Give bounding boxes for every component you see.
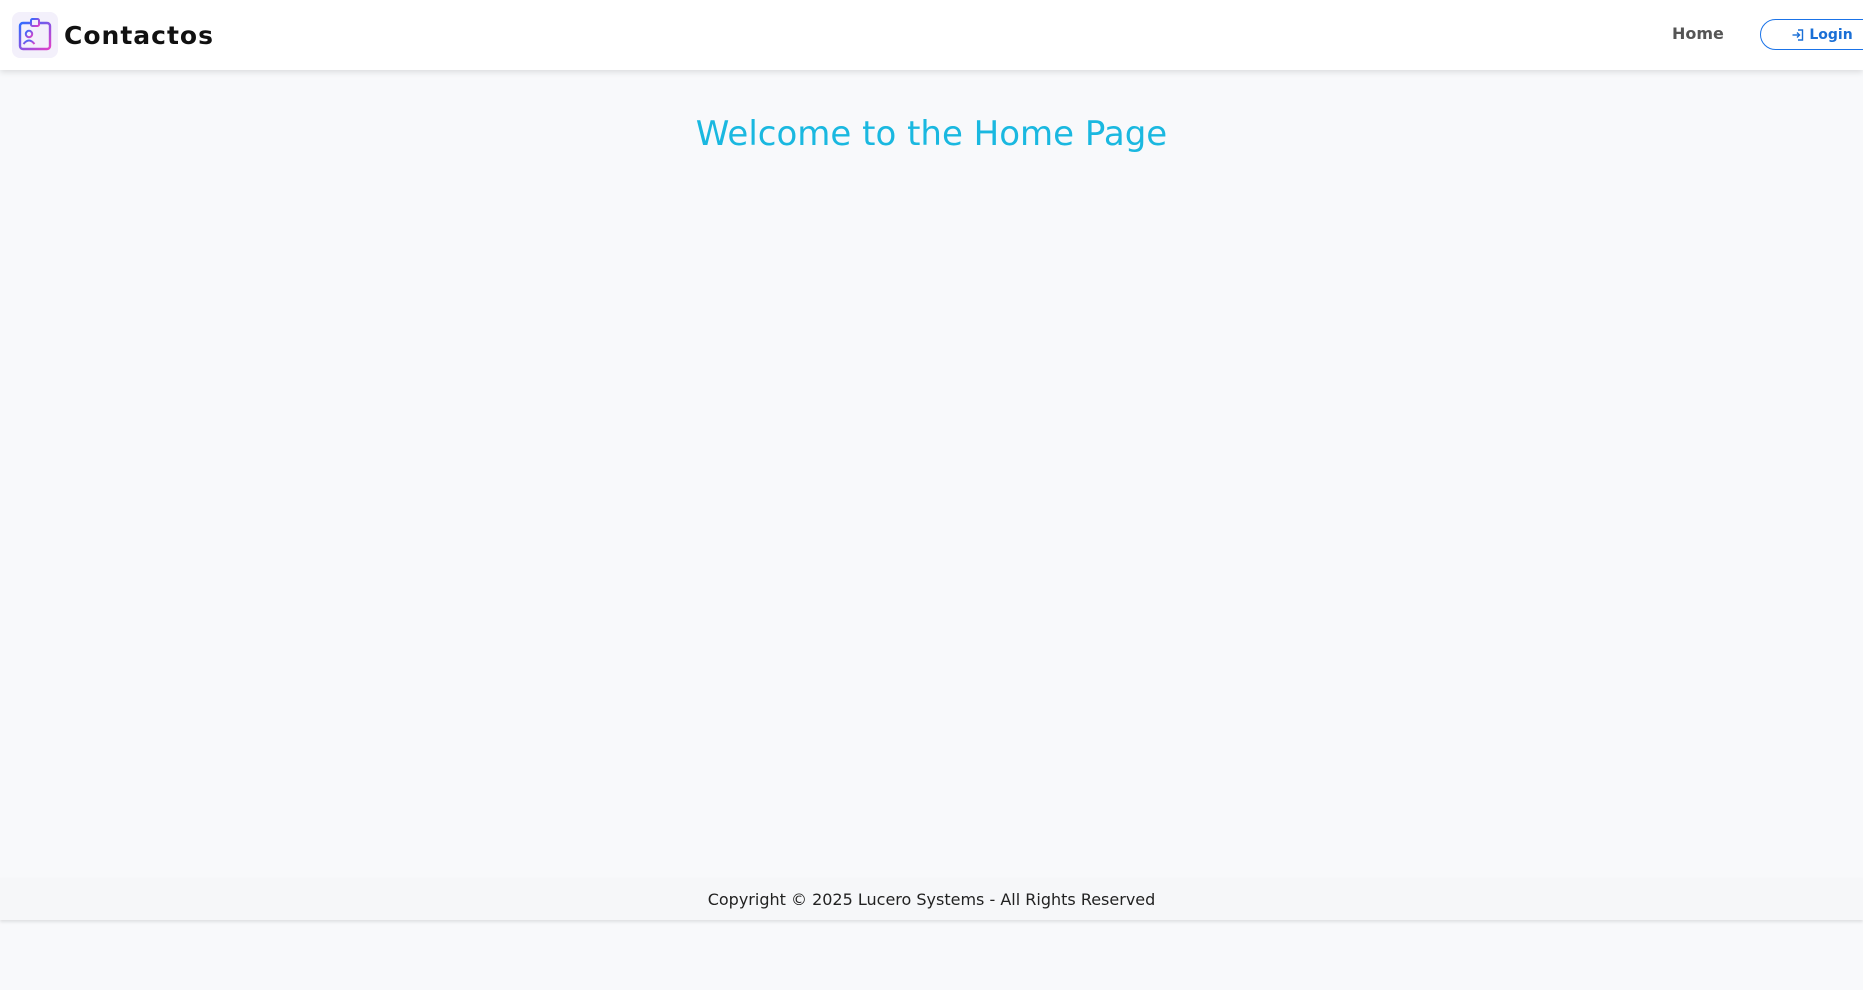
nav-home-link[interactable]: Home (1672, 24, 1724, 43)
page-footer: Copyright © 2025 Lucero Systems - All Ri… (0, 878, 1863, 920)
login-label: Login (1809, 26, 1853, 43)
contact-card-icon (12, 12, 58, 58)
copyright-text: Copyright © 2025 Lucero Systems - All Ri… (707, 889, 1156, 909)
brand-title: Contactos (64, 20, 214, 50)
page-title: Welcome to the Home Page (695, 114, 1168, 154)
top-navbar: Contactos Home Login (0, 0, 1863, 70)
brand-link[interactable]: Contactos (12, 12, 214, 58)
login-arrow-icon (1791, 28, 1805, 42)
login-button[interactable]: Login (1760, 19, 1863, 50)
